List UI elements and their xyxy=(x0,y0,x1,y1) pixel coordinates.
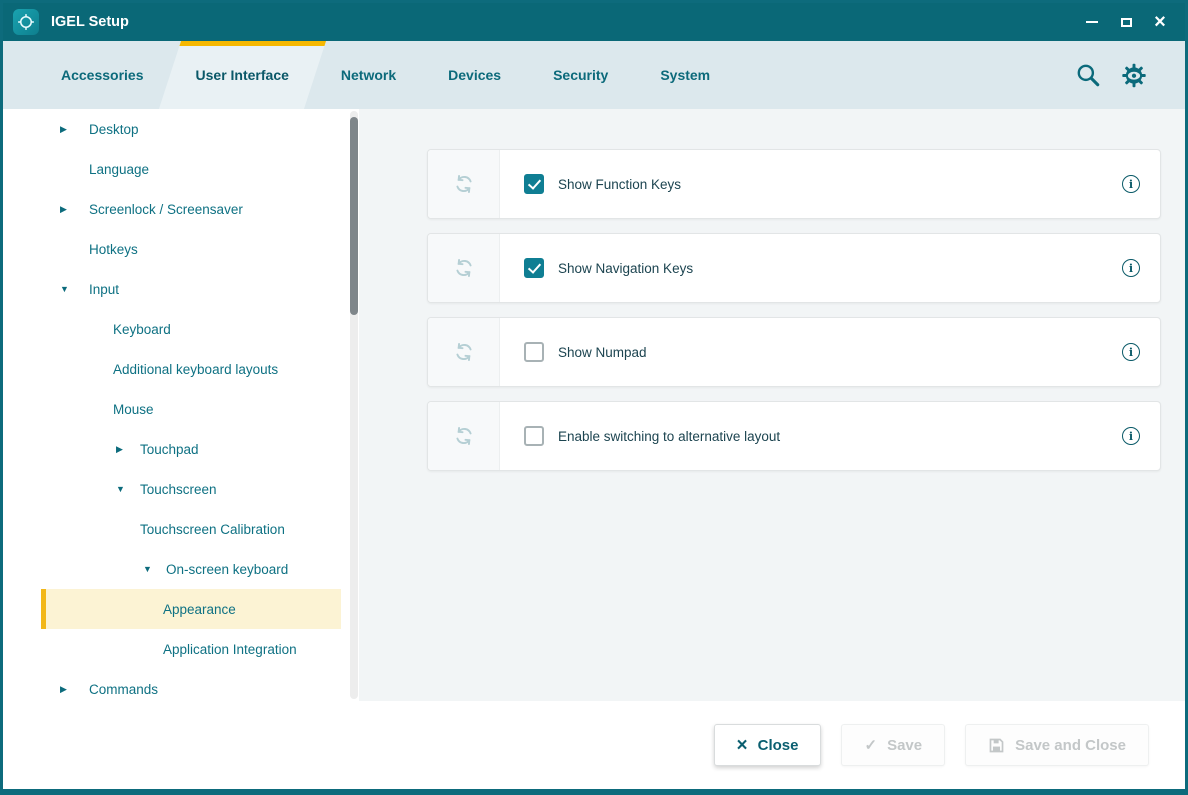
setting-row-enable-alternative-layout: Enable switching to alternative layout i xyxy=(427,401,1161,471)
sidebar-item-mouse[interactable]: Mouse xyxy=(3,389,359,429)
sidebar-item-label: Touchscreen Calibration xyxy=(140,522,285,537)
sidebar-item-input[interactable]: ▼ Input xyxy=(3,269,359,309)
sidebar-item-label: Touchscreen xyxy=(140,482,217,497)
sidebar-item-label: Screenlock / Screensaver xyxy=(89,202,243,217)
check-icon: ✓ xyxy=(864,738,877,753)
sidebar-item-label: Input xyxy=(89,282,119,297)
sidebar-tree: ▶ Desktop Language ▶ Screenlock / Screen… xyxy=(3,109,359,701)
sidebar-item-commands[interactable]: ▶ Commands xyxy=(3,669,359,701)
tree-expanded-icon[interactable]: ▼ xyxy=(116,485,140,494)
close-button[interactable]: × Close xyxy=(714,724,822,766)
titlebar: IGEL Setup × xyxy=(3,3,1185,41)
sidebar-item-label: Appearance xyxy=(163,602,236,617)
sidebar-item-keyboard[interactable]: Keyboard xyxy=(3,309,359,349)
gear-eye-icon[interactable] xyxy=(1119,62,1149,89)
sidebar-item-label: Language xyxy=(89,162,149,177)
close-icon: × xyxy=(1154,12,1166,32)
close-window-button[interactable]: × xyxy=(1143,7,1177,37)
reset-to-default-button[interactable] xyxy=(428,318,500,386)
tab-accessories[interactable]: Accessories xyxy=(35,41,170,109)
close-x-icon: × xyxy=(737,736,748,755)
sidebar-item-label: Commands xyxy=(89,682,158,697)
maximize-button[interactable] xyxy=(1109,7,1143,37)
footer-bar: × Close ✓ Save Save and Close xyxy=(3,701,1185,789)
sidebar-item-label: Desktop xyxy=(89,122,139,137)
minimize-button[interactable] xyxy=(1075,7,1109,37)
sidebar-item-application-integration[interactable]: Application Integration xyxy=(3,629,359,669)
checkbox[interactable] xyxy=(524,258,544,278)
sidebar-item-label: Mouse xyxy=(113,402,154,417)
window-title: IGEL Setup xyxy=(51,14,129,30)
sidebar-item-desktop[interactable]: ▶ Desktop xyxy=(3,109,359,149)
minimize-icon xyxy=(1086,21,1098,23)
reset-to-default-button[interactable] xyxy=(428,150,500,218)
maximize-icon xyxy=(1121,18,1132,27)
info-icon[interactable]: i xyxy=(1122,343,1140,361)
setting-label: Enable switching to alternative layout xyxy=(558,429,780,444)
settings-panel: Show Function Keys i Show Navigation Key… xyxy=(359,109,1185,701)
checkbox[interactable] xyxy=(524,426,544,446)
tree-collapsed-icon[interactable]: ▶ xyxy=(60,205,89,214)
tree-expanded-icon[interactable]: ▼ xyxy=(60,285,89,294)
sidebar-item-touchscreen[interactable]: ▼ Touchscreen xyxy=(3,469,359,509)
tab-network[interactable]: Network xyxy=(315,41,422,109)
tree-collapsed-icon[interactable]: ▶ xyxy=(60,125,89,134)
setting-label: Show Navigation Keys xyxy=(558,261,693,276)
sidebar-item-label: Additional keyboard layouts xyxy=(113,362,278,377)
sidebar-item-on-screen-keyboard[interactable]: ▼ On-screen keyboard xyxy=(3,549,359,589)
igel-logo xyxy=(13,9,39,35)
tab-system[interactable]: System xyxy=(634,41,736,109)
tree-collapsed-icon[interactable]: ▶ xyxy=(60,685,89,694)
sidebar-item-touchpad[interactable]: ▶ Touchpad xyxy=(3,429,359,469)
sidebar-item-language[interactable]: Language xyxy=(3,149,359,189)
reset-to-default-button[interactable] xyxy=(428,402,500,470)
sidebar-item-label: Hotkeys xyxy=(89,242,138,257)
tree-expanded-icon[interactable]: ▼ xyxy=(143,565,166,574)
tab-security[interactable]: Security xyxy=(527,41,634,109)
save-button[interactable]: ✓ Save xyxy=(841,724,945,766)
sync-icon xyxy=(453,173,475,195)
floppy-icon xyxy=(988,737,1005,754)
setting-label: Show Numpad xyxy=(558,345,647,360)
info-icon[interactable]: i xyxy=(1122,427,1140,445)
sync-icon xyxy=(453,257,475,279)
sidebar-item-screenlock-screensaver[interactable]: ▶ Screenlock / Screensaver xyxy=(3,189,359,229)
sidebar-item-label: Keyboard xyxy=(113,322,171,337)
sidebar-item-label: Touchpad xyxy=(140,442,199,457)
sidebar-scrollbar-thumb[interactable] xyxy=(350,117,358,315)
checkbox[interactable] xyxy=(524,174,544,194)
dial-icon xyxy=(17,13,35,31)
checkbox[interactable] xyxy=(524,342,544,362)
tab-bar: Accessories User Interface Network Devic… xyxy=(3,41,1185,109)
setting-label: Show Function Keys xyxy=(558,177,681,192)
sync-icon xyxy=(453,341,475,363)
info-icon[interactable]: i xyxy=(1122,175,1140,193)
save-and-close-button[interactable]: Save and Close xyxy=(965,724,1149,766)
sidebar-item-label: Application Integration xyxy=(163,642,297,657)
sidebar-item-appearance-selected[interactable]: Appearance xyxy=(41,589,341,629)
sidebar-item-hotkeys[interactable]: Hotkeys xyxy=(3,229,359,269)
search-icon[interactable] xyxy=(1075,62,1101,88)
setting-row-show-function-keys: Show Function Keys i xyxy=(427,149,1161,219)
sidebar-item-additional-keyboard-layouts[interactable]: Additional keyboard layouts xyxy=(3,349,359,389)
tree-collapsed-icon[interactable]: ▶ xyxy=(116,445,140,454)
tab-devices[interactable]: Devices xyxy=(422,41,527,109)
setting-row-show-navigation-keys: Show Navigation Keys i xyxy=(427,233,1161,303)
igel-setup-window: IGEL Setup × Accessories User Interface … xyxy=(0,0,1188,795)
reset-to-default-button[interactable] xyxy=(428,234,500,302)
sidebar-item-label: On-screen keyboard xyxy=(166,562,288,577)
sidebar-item-touchscreen-calibration[interactable]: Touchscreen Calibration xyxy=(3,509,359,549)
tab-user-interface[interactable]: User Interface xyxy=(170,41,315,109)
info-icon[interactable]: i xyxy=(1122,259,1140,277)
sync-icon xyxy=(453,425,475,447)
setting-row-show-numpad: Show Numpad i xyxy=(427,317,1161,387)
